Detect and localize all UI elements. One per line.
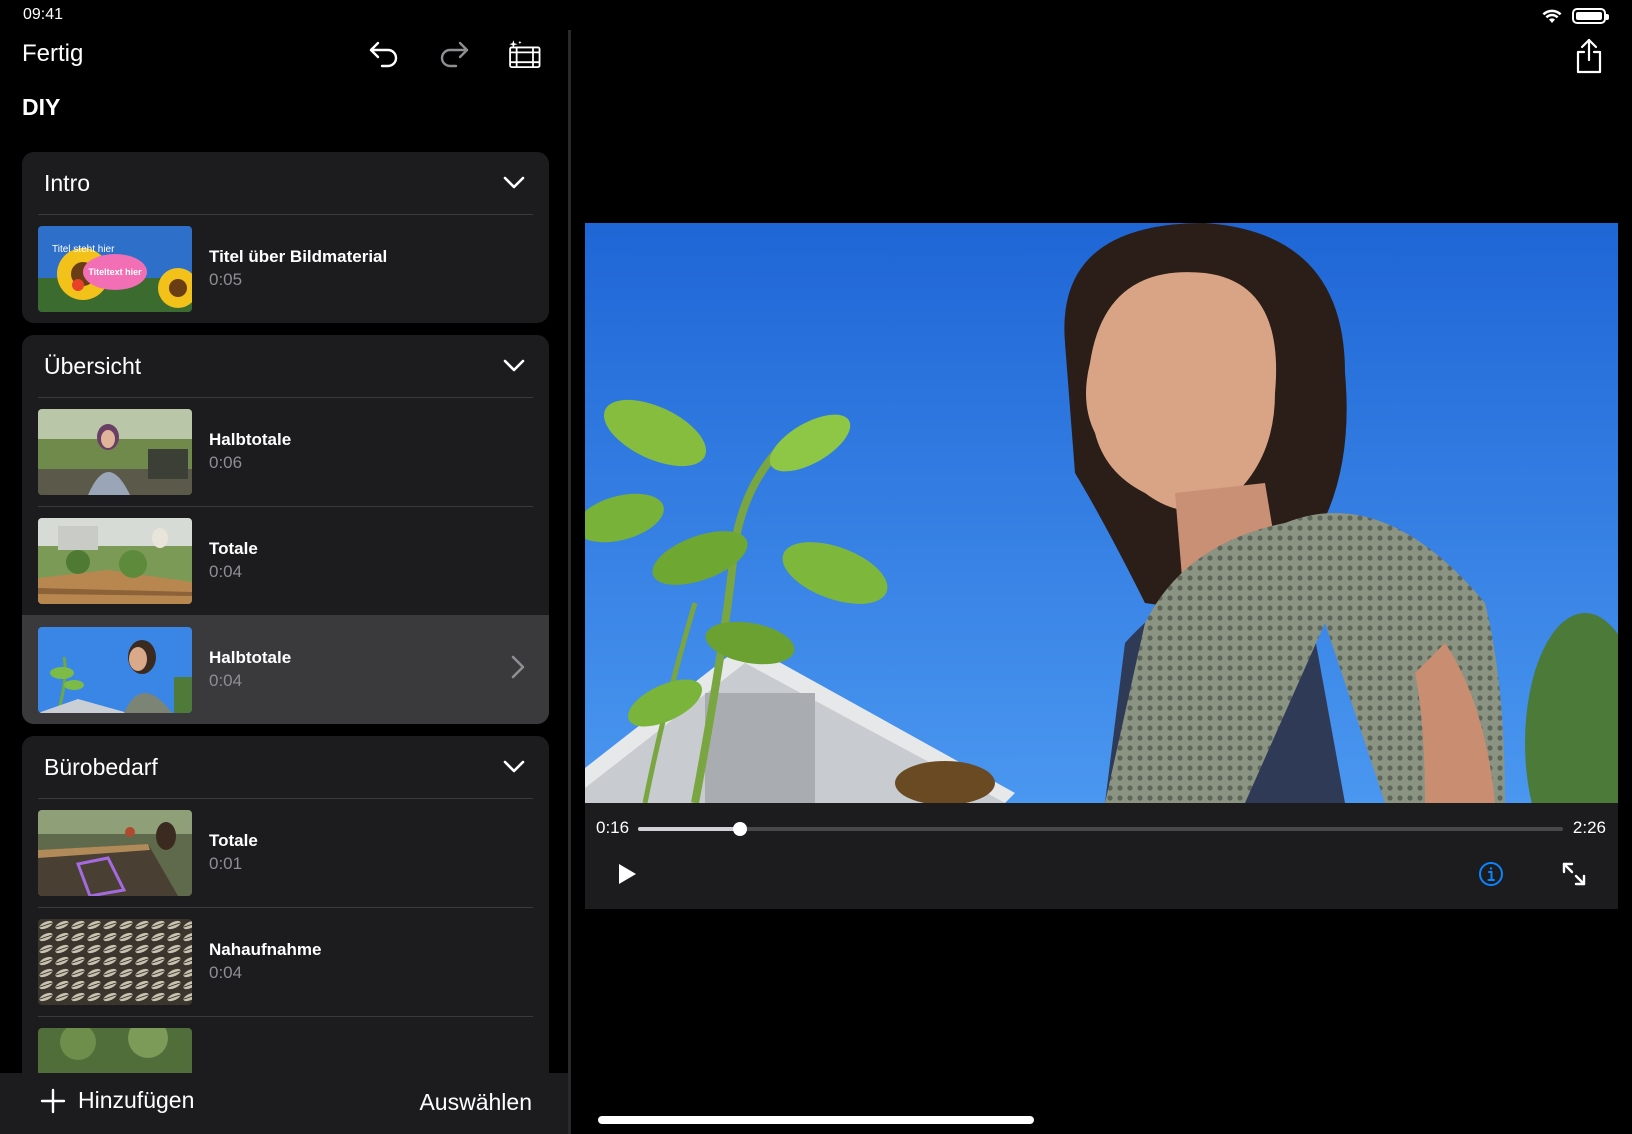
clip-thumbnail [38,517,192,604]
info-icon[interactable] [1478,861,1504,892]
clip-list-panel: Fertig DIY Intro Titel steht hier Titelt… [0,30,568,1134]
thumb-title-top: Titel steht hier [52,244,115,255]
thumb-title-bubble: Titeltext hier [88,267,142,277]
video-preview[interactable] [585,223,1618,803]
undo-icon[interactable] [366,36,402,72]
home-indicator [598,1116,1034,1124]
magic-movie-icon[interactable] [506,36,542,72]
clip-name: Halbtotale [209,430,292,449]
storyboard-list[interactable]: Intro Titel steht hier Titeltext hier Ti… [22,152,549,1074]
clip-row[interactable]: Nahaufnahme 0:04 [22,907,549,1016]
clip-thumbnail [38,809,192,896]
play-icon[interactable] [617,863,637,890]
section-title: Intro [44,169,91,196]
clip-name: Totale [209,539,258,558]
section-supplies: Bürobedarf Totale 0:01 Nahaufnahme 0:04 [22,736,549,1074]
scrubber-handle[interactable] [732,822,747,836]
clip-duration: 0:01 [209,854,243,873]
section-title: Übersicht [44,352,142,379]
clip-row-partial[interactable] [22,1016,549,1074]
clip-row-selected[interactable]: Halbtotale 0:04 [22,615,549,724]
clip-name: Halbtotale [209,648,292,667]
clip-thumbnail [38,408,192,495]
clip-thumbnail [38,1027,192,1074]
done-button[interactable]: Fertig [22,40,83,68]
redo-icon[interactable] [436,36,472,72]
player-controls: 0:16 2:26 [585,803,1618,909]
section-title: Bürobedarf [44,753,158,780]
plus-icon [40,1088,66,1113]
clip-row[interactable]: Titel steht hier Titeltext hier Titel üb… [22,214,549,323]
chevron-down-icon[interactable] [503,176,525,190]
clip-row[interactable]: Totale 0:04 [22,506,549,615]
fullscreen-icon[interactable] [1561,861,1587,892]
panel-divider[interactable] [568,30,571,1134]
battery-icon [1572,8,1609,24]
add-button[interactable]: Hinzufügen [40,1087,194,1114]
chevron-down-icon[interactable] [503,359,525,373]
chevron-down-icon[interactable] [503,760,525,774]
select-button[interactable]: Auswählen [419,1089,532,1116]
edit-toolbar [366,36,542,72]
clip-name: Titel über Bildmaterial [209,247,388,266]
clip-name: Nahaufnahme [209,940,322,959]
clip-duration: 0:06 [209,453,243,472]
clip-row[interactable]: Totale 0:01 [22,798,549,907]
status-time: 09:41 [23,6,64,23]
clip-name: Totale [209,831,258,850]
section-header[interactable]: Bürobedarf [22,736,549,798]
clip-duration: 0:04 [209,562,243,581]
scrubber-progress [638,827,740,831]
section-intro: Intro Titel steht hier Titeltext hier Ti… [22,152,549,323]
section-header[interactable]: Übersicht [22,335,549,397]
chevron-right-icon[interactable] [511,655,525,679]
section-overview: Übersicht Halbtotale 0:06 Totale 0:04 Ha… [22,335,549,724]
clip-duration: 0:05 [209,270,243,289]
clip-row[interactable]: Halbtotale 0:06 [22,397,549,506]
bottom-toolbar: Hinzufügen Auswählen [0,1073,568,1134]
clip-thumbnail [38,918,192,1005]
clip-duration: 0:04 [209,671,243,690]
clip-thumbnail: Titel steht hier Titeltext hier [38,225,192,312]
clip-duration: 0:04 [209,963,243,982]
status-icons [1542,8,1609,24]
section-header[interactable]: Intro [22,152,549,214]
current-time: 0:16 [596,818,630,837]
scrubber[interactable] [638,822,1563,836]
share-icon[interactable] [1574,38,1604,79]
add-label: Hinzufügen [78,1087,195,1113]
total-time: 2:26 [1572,818,1606,837]
project-title: DIY [22,94,61,120]
clip-thumbnail [38,626,192,713]
wifi-icon [1542,9,1562,23]
